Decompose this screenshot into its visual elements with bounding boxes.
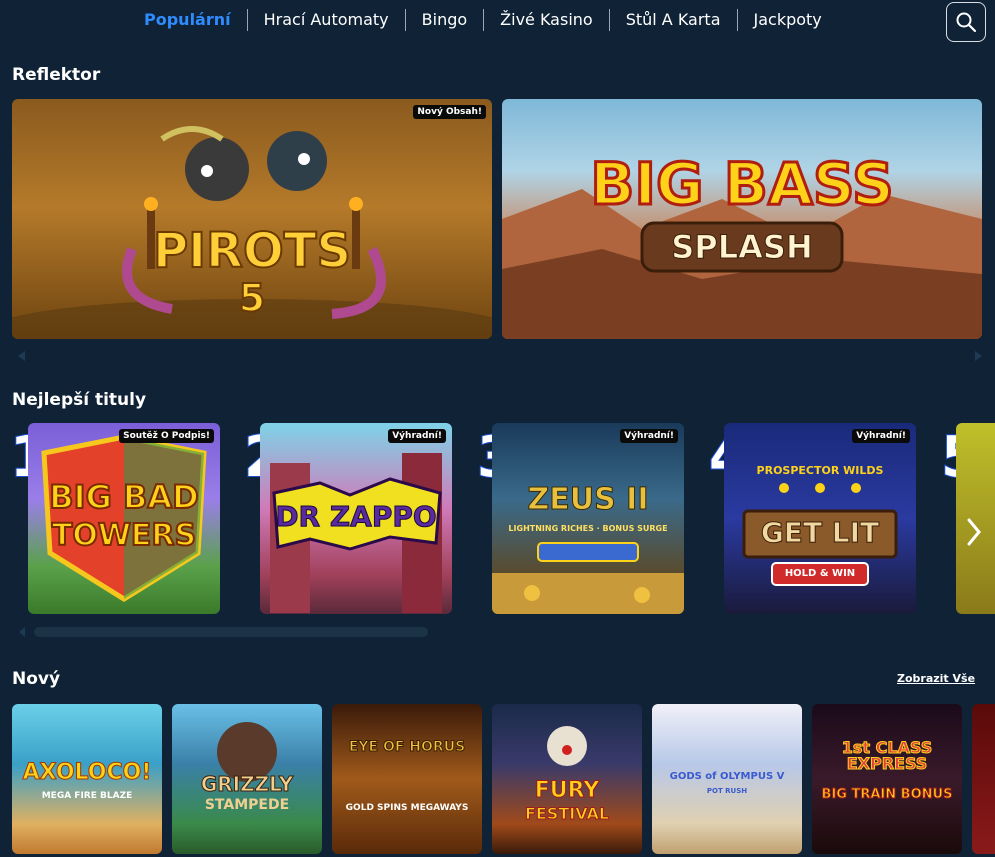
game-title-line2: POT RUSH	[706, 787, 748, 795]
game-title-line1: PIROTS	[152, 223, 352, 279]
game-tile-fury-festival[interactable]: FURY FESTIVAL	[492, 704, 642, 854]
game-title-line1: PROSPECTOR WILDS	[756, 464, 884, 477]
game-title-line1: BIG BASS	[589, 150, 896, 218]
top-titles-scroll-left[interactable]	[19, 627, 25, 637]
top-titles-next-arrow[interactable]	[959, 512, 989, 552]
spotlight-title: Reflektor	[12, 65, 101, 85]
game-title-line1: FURY	[534, 778, 600, 803]
game-tile-pirots-5[interactable]: PIROTS 5 Nový Obsah!	[12, 99, 492, 339]
new-content-badge: Nový Obsah!	[413, 105, 486, 119]
category-tabs: Populární Hrací Automaty Bingo Živé Kasi…	[128, 9, 838, 31]
exclusive-badge: Výhradní!	[388, 429, 446, 443]
game-title-line1: DR ZAPPO	[275, 500, 437, 533]
game-title-line2: BIG TRAIN BONUS	[821, 787, 953, 802]
game-title-line1: AXOLOCO!	[22, 760, 152, 785]
game-title-line2: 5	[238, 276, 266, 320]
game-tile-dr-zappo[interactable]: DR ZAPPO Výhradní!	[260, 423, 452, 614]
game-title-line3: HOLD & WIN	[784, 568, 856, 579]
tab-bingo[interactable]: Bingo	[404, 9, 484, 31]
game-title-line1: ZEUS II	[527, 482, 649, 517]
tab-popular[interactable]: Populární	[128, 9, 247, 31]
signature-contest-badge: Soutěž O Podpis!	[119, 429, 214, 443]
game-title-line2: GOLD SPINS MEGAWAYS	[345, 803, 469, 813]
game-title-line2: GET LIT	[760, 516, 880, 549]
top-navigation: Populární Hrací Automaty Bingo Živé Kasi…	[0, 0, 995, 44]
search-button[interactable]	[946, 2, 986, 42]
big-bass-artwork	[502, 189, 982, 339]
game-tile-1st-class-express[interactable]: 1st CLASS EXPRESS BIG TRAIN BONUS	[812, 704, 962, 854]
game-title-line2: STAMPEDE	[204, 797, 290, 813]
game-tile-partial[interactable]	[972, 704, 995, 854]
game-title-line2: FESTIVAL	[524, 804, 610, 823]
exclusive-badge: Výhradní!	[852, 429, 910, 443]
tab-live-casino[interactable]: Živé Kasino	[483, 9, 609, 31]
exclusive-badge: Výhradní!	[620, 429, 678, 443]
game-title-line2: TOWERS	[51, 518, 197, 553]
game-tile-big-bass-splash[interactable]: BIG BASS SPLASH	[502, 99, 982, 339]
game-title-line1: BIG BAD	[48, 478, 199, 516]
horizontal-scrollbar[interactable]	[34, 627, 428, 637]
game-title-line2: SPLASH	[671, 228, 813, 266]
game-tile-axoloco[interactable]: AXOLOCO! MEGA FIRE BLAZE	[12, 704, 162, 854]
chevron-right-icon	[967, 518, 981, 546]
game-tile-eye-of-horus[interactable]: EYE OF HORUS GOLD SPINS MEGAWAYS	[332, 704, 482, 854]
game-title-line1: 1st CLASS EXPRESS	[841, 738, 933, 773]
tab-jackpots[interactable]: Jackpoty	[736, 9, 838, 31]
zeus-artwork	[492, 542, 684, 614]
top-titles-title: Nejlepší tituly	[12, 390, 147, 410]
tab-slots[interactable]: Hrací Automaty	[246, 9, 405, 31]
spotlight-next-arrow[interactable]	[975, 351, 982, 361]
game-tile-zeus-ii[interactable]: ZEUS II LIGHTNING RICHES · BONUS SURGE V…	[492, 423, 684, 614]
game-title-line2: LIGHTNING RICHES · BONUS SURGE	[508, 524, 668, 533]
game-tile-gods-of-olympus[interactable]: GODS of OLYMPUS V POT RUSH	[652, 704, 802, 854]
game-title-line2: MEGA FIRE BLAZE	[41, 791, 133, 801]
tab-table-and-card[interactable]: Stůl A Karta	[608, 9, 737, 31]
game-tile-grizzly-stampede[interactable]: GRIZZLY STAMPEDE	[172, 704, 322, 854]
game-title-line1: GODS of OLYMPUS V	[669, 771, 785, 782]
view-all-link[interactable]: Zobrazit Vše	[897, 672, 975, 685]
spotlight-prev-arrow[interactable]	[18, 351, 25, 361]
new-games-title: Nový	[12, 669, 61, 689]
game-title-line1: GRIZZLY	[200, 772, 294, 796]
game-title-line1: EYE OF HORUS	[348, 739, 466, 755]
search-icon	[956, 12, 977, 33]
game-tile-get-lit[interactable]: PROSPECTOR WILDS GET LIT HOLD & WIN Výhr…	[724, 423, 916, 614]
game-tile-big-bad-towers[interactable]: BIG BAD TOWERS Soutěž O Podpis!	[28, 423, 220, 614]
